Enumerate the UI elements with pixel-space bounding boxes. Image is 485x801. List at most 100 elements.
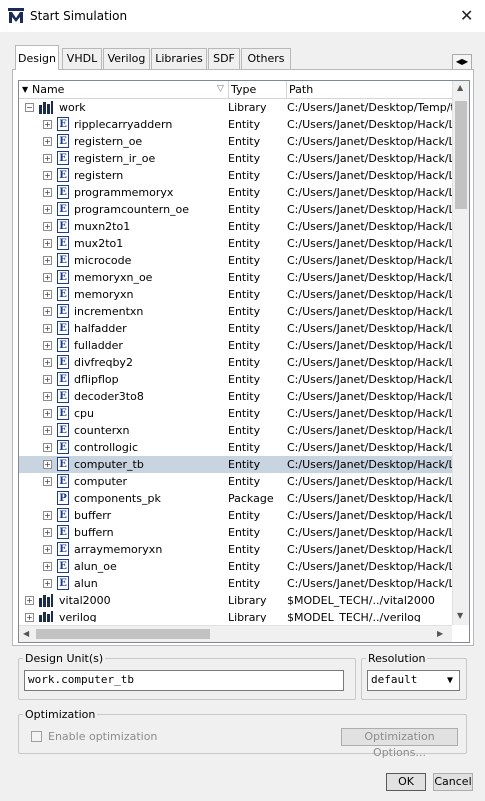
- tab-others[interactable]: Others: [241, 48, 291, 69]
- scroll-down-icon[interactable]: ▼: [457, 611, 463, 620]
- tab-design[interactable]: Design: [15, 45, 59, 70]
- expand-icon[interactable]: +: [25, 596, 34, 605]
- tree-row[interactable]: + Ecomputer_tb Entity C:/Users/Janet/Deskto…: [19, 456, 452, 473]
- expand-icon[interactable]: +: [43, 528, 52, 537]
- optimization-options-button[interactable]: Optimization Options...: [341, 728, 458, 759]
- cancel-button[interactable]: Cancel: [433, 773, 473, 791]
- expand-icon[interactable]: +: [43, 290, 52, 299]
- column-header-name[interactable]: ▼ Name ▽: [19, 81, 229, 98]
- expand-icon[interactable]: +: [43, 273, 52, 282]
- row-path: C:/Users/Janet/Desktop/Hack/Lea: [287, 407, 452, 420]
- ok-button[interactable]: OK: [386, 773, 426, 791]
- scroll-right-icon[interactable]: ▶: [437, 629, 443, 638]
- close-icon[interactable]: ✕: [460, 6, 473, 25]
- expand-icon[interactable]: +: [43, 358, 52, 367]
- expand-icon[interactable]: +: [43, 205, 52, 214]
- column-header-type[interactable]: Type: [228, 81, 287, 98]
- row-name: computer_tb: [74, 458, 144, 471]
- tree-row[interactable]: − work Library C:/Users/Janet/Desktop/Temp/…: [19, 99, 452, 116]
- row-name: memoryxn_oe: [74, 271, 153, 284]
- tab-scroll-arrows[interactable]: ◀▶: [452, 54, 472, 70]
- expand-icon[interactable]: +: [43, 545, 52, 554]
- tree-row[interactable]: + Eripplecarryaddern Entity C:/Users/Janet/…: [19, 116, 452, 133]
- expand-icon[interactable]: +: [43, 477, 52, 486]
- tree-row[interactable]: + Eincrementxn Entity C:/Users/Janet/Deskto…: [19, 303, 452, 320]
- tree-row[interactable]: + Emicrocode Entity C:/Users/Janet/Desktop/…: [19, 252, 452, 269]
- column-header-path[interactable]: Path: [287, 81, 452, 98]
- expand-icon[interactable]: +: [43, 375, 52, 384]
- expand-icon[interactable]: +: [43, 443, 52, 452]
- tree-row[interactable]: + Ememoryxn Entity C:/Users/Janet/Desktop/H…: [19, 286, 452, 303]
- tree-row[interactable]: + Edecoder3to8 Entity C:/Users/Janet/Deskto…: [19, 388, 452, 405]
- vertical-scroll-thumb[interactable]: [455, 101, 467, 209]
- horizontal-scrollbar[interactable]: ◀ ▶: [19, 625, 452, 642]
- tree-row[interactable]: + Ehalfadder Entity C:/Users/Janet/Desktop/…: [19, 320, 452, 337]
- tree-row[interactable]: + vital2000 Library $MODEL_TECH/../vital200…: [19, 592, 452, 609]
- tree-row[interactable]: + Efulladder Entity C:/Users/Janet/Desktop/…: [19, 337, 452, 354]
- row-path: C:/Users/Janet/Desktop/Hack/Lea: [287, 237, 452, 250]
- tree-row[interactable]: + Eprogrammemoryx Entity C:/Users/Janet/Des…: [19, 184, 452, 201]
- tab-verilog[interactable]: Verilog: [103, 48, 150, 69]
- enable-optimization-checkbox[interactable]: [31, 731, 42, 742]
- tree-row[interactable]: + Econtrollogic Entity C:/Users/Janet/Deskt…: [19, 439, 452, 456]
- tree-row[interactable]: + Ebuffern Entity C:/Users/Janet/Desktop/Ha…: [19, 524, 452, 541]
- design-unit-input[interactable]: work.computer_tb: [24, 670, 344, 691]
- expand-icon[interactable]: +: [43, 239, 52, 248]
- expand-icon[interactable]: +: [43, 120, 52, 129]
- expand-icon[interactable]: +: [43, 256, 52, 265]
- tree-row[interactable]: Pcomponents_pk Package C:/Users/Janet/Desk…: [19, 490, 452, 507]
- expand-icon[interactable]: +: [43, 579, 52, 588]
- tree-row[interactable]: + Edflipflop Entity C:/Users/Janet/Desktop/…: [19, 371, 452, 388]
- row-name: muxn2to1: [74, 220, 131, 233]
- row-path: C:/Users/Janet/Desktop/Hack/Lea: [287, 373, 452, 386]
- expand-icon[interactable]: +: [43, 171, 52, 180]
- expand-icon[interactable]: +: [43, 562, 52, 571]
- expand-icon[interactable]: +: [43, 392, 52, 401]
- tree-row[interactable]: + Ecpu Entity C:/Users/Janet/Desktop/Hack/L…: [19, 405, 452, 422]
- tree-row[interactable]: + Ealun Entity C:/Users/Janet/Desktop/Hack/…: [19, 575, 452, 592]
- tree-row[interactable]: + Ebufferr Entity C:/Users/Janet/Desktop/Ha…: [19, 507, 452, 524]
- tree-row[interactable]: + verilog Library $MODEL_TECH/../verilog: [19, 609, 452, 622]
- row-path: C:/Users/Janet/Desktop/Hack/Lea: [287, 186, 452, 199]
- tree-row[interactable]: + Eregistern_oe Entity C:/Users/Janet/Deskt…: [19, 133, 452, 150]
- vertical-scrollbar[interactable]: ▲ ▼: [452, 81, 469, 625]
- expand-icon[interactable]: +: [43, 307, 52, 316]
- tree-row[interactable]: + Emux2to1 Entity C:/Users/Janet/Desktop/Ha…: [19, 235, 452, 252]
- scroll-up-icon[interactable]: ▲: [457, 83, 463, 92]
- scroll-left-icon[interactable]: ◀: [23, 629, 29, 638]
- collapse-icon[interactable]: −: [25, 103, 34, 112]
- filter-icon[interactable]: ▽: [217, 81, 224, 98]
- expand-icon[interactable]: +: [43, 222, 52, 231]
- row-name: counterxn: [74, 424, 130, 437]
- row-name: incrementxn: [74, 305, 144, 318]
- entity-icon: E: [57, 321, 69, 335]
- entity-icon: E: [57, 508, 69, 522]
- tree-row[interactable]: + Ecomputer Entity C:/Users/Janet/Desktop/H…: [19, 473, 452, 490]
- tree-row[interactable]: + Eregistern_ir_oe Entity C:/Users/Janet/De…: [19, 150, 452, 167]
- tab-sdf[interactable]: SDF: [208, 48, 240, 69]
- horizontal-scroll-thumb[interactable]: [36, 629, 210, 639]
- tree-row[interactable]: + Ealun_oe Entity C:/Users/Janet/Desktop/Ha…: [19, 558, 452, 575]
- tree-row[interactable]: + Eregistern Entity C:/Users/Janet/Desktop/…: [19, 167, 452, 184]
- tree-row[interactable]: + Earraymemoryxn Entity C:/Users/Janet/Desk…: [19, 541, 452, 558]
- expand-icon[interactable]: +: [43, 460, 52, 469]
- tree-row[interactable]: + Eprogramcountern_oe Entity C:/Users/Janet…: [19, 201, 452, 218]
- expand-icon[interactable]: +: [43, 426, 52, 435]
- tree-row[interactable]: + Ememoryxn_oe Entity C:/Users/Janet/Deskto…: [19, 269, 452, 286]
- expand-icon[interactable]: +: [43, 154, 52, 163]
- expand-icon[interactable]: +: [25, 613, 34, 622]
- tree-row[interactable]: + Edivfreqby2 Entity C:/Users/Janet/Desktop…: [19, 354, 452, 371]
- expand-icon[interactable]: +: [43, 324, 52, 333]
- chevron-down-icon[interactable]: ▼: [441, 671, 459, 690]
- tree-row[interactable]: + Ecounterxn Entity C:/Users/Janet/Desktop/…: [19, 422, 452, 439]
- tab-libraries[interactable]: Libraries: [151, 48, 207, 69]
- tree-row[interactable]: + Emuxn2to1 Entity C:/Users/Janet/Desktop/H…: [19, 218, 452, 235]
- tab-vhdl[interactable]: VHDL: [62, 48, 102, 69]
- resolution-select[interactable]: default ▼: [367, 670, 460, 691]
- expand-icon[interactable]: +: [43, 188, 52, 197]
- expand-icon[interactable]: +: [43, 341, 52, 350]
- expand-icon[interactable]: +: [43, 511, 52, 520]
- expand-icon[interactable]: +: [43, 409, 52, 418]
- expand-icon[interactable]: +: [43, 137, 52, 146]
- design-library-tree[interactable]: ▼ Name ▽ Type Path − work Library C:/Users/…: [18, 80, 470, 643]
